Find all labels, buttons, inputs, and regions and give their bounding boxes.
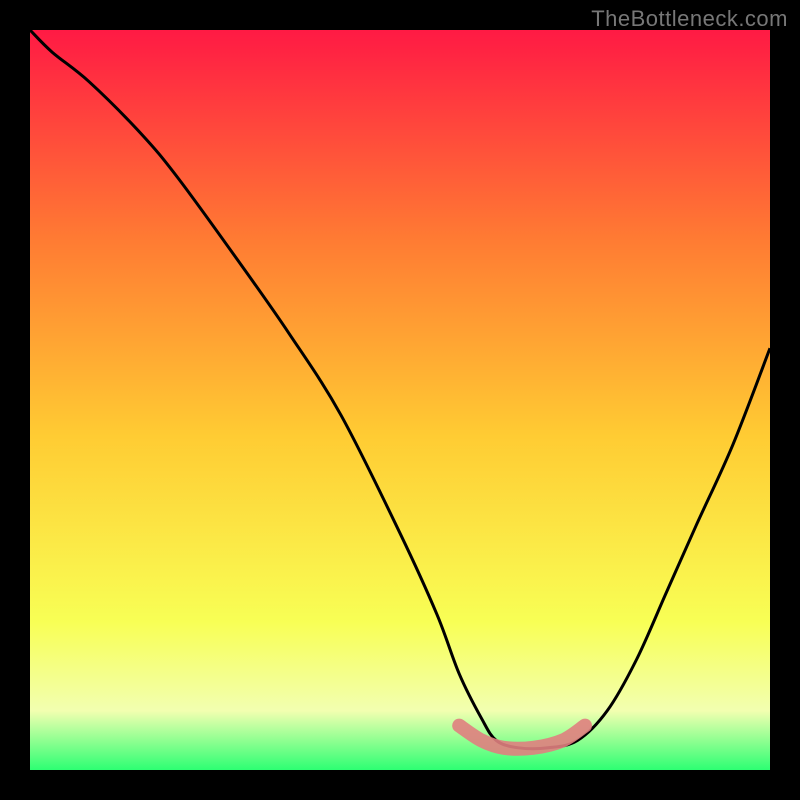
watermark-text: TheBottleneck.com: [591, 6, 788, 32]
plot-background: [30, 30, 770, 770]
bottleneck-chart: [30, 30, 770, 770]
chart-container: TheBottleneck.com: [0, 0, 800, 800]
